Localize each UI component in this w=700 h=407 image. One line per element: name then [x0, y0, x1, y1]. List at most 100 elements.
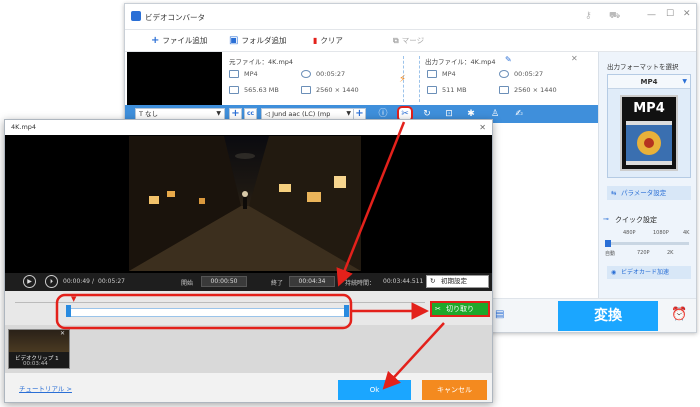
divider: [419, 56, 420, 102]
output-file-label: 出力ファイル：4K.mp4: [425, 58, 496, 66]
maximize-icon[interactable]: ☐: [666, 9, 674, 19]
playback-controls: ▶ ⏵ 00:00:49 / 00:05:27 開始 00:00:50 終了 0…: [5, 273, 492, 291]
end-time-input[interactable]: 00:04:34: [289, 276, 335, 287]
source-duration: 00:05:27: [301, 70, 345, 78]
street-scene-image: [129, 136, 361, 271]
duration-value: 00:03:44.511: [383, 278, 424, 285]
end-label: 終了: [271, 280, 284, 287]
settings-icon: ⇆: [611, 189, 617, 197]
plus-icon: +: [151, 35, 160, 46]
add-file-button[interactable]: + ファイル追加: [151, 35, 207, 46]
source-duration-value: 00:05:27: [316, 70, 346, 78]
slider-thumb[interactable]: [605, 240, 611, 247]
start-time-input[interactable]: 00:00:50: [201, 276, 247, 287]
quick-settings-label: クイック設定: [615, 216, 657, 224]
clock-icon: [301, 70, 311, 78]
video-frame: [129, 136, 361, 271]
output-duration: 00:05:27: [499, 70, 543, 78]
format-selector[interactable]: MP4 ▼ MP4: [607, 74, 691, 178]
format-panel-title: 出力フォーマットを選択: [607, 63, 679, 71]
clip-list: ✕ ビデオクリップ 1 00:03:44: [5, 325, 492, 373]
format-dropdown-value: MP4: [640, 78, 658, 86]
tutorial-link[interactable]: チュートリアル >: [19, 383, 72, 393]
title-bar: ビデオコンバータ ⚷ ⛟ — ☐ ✕: [125, 4, 696, 30]
dialog-title-bar: 4K.mp4 ✕: [5, 120, 492, 135]
playhead-icon[interactable]: ▼: [71, 295, 76, 303]
gpu-acceleration-toggle[interactable]: ◉ ビデオカード加速: [607, 266, 691, 279]
trim-end-handle[interactable]: [344, 305, 349, 317]
cut-button[interactable]: ✂ 切り取り: [430, 301, 490, 317]
slider-icon: ⊸: [603, 215, 609, 223]
app-title: ビデオコンバータ: [145, 13, 205, 22]
slider-track[interactable]: [607, 242, 689, 245]
gpu-icon: ◉: [611, 269, 617, 276]
folder-plus-icon: ▣: [229, 35, 239, 46]
format-dropdown[interactable]: MP4 ▼: [608, 75, 690, 89]
scissors-icon: ✂: [435, 305, 441, 313]
trim-selection[interactable]: [68, 308, 346, 317]
output-size-value: 511 MB: [442, 86, 467, 94]
mp4-format-icon: MP4: [620, 95, 678, 171]
dialog-title: 4K.mp4: [11, 123, 37, 131]
cancel-button[interactable]: キャンセル: [422, 380, 487, 400]
reset-button[interactable]: ↻ 初期設定: [426, 275, 489, 288]
clear-button[interactable]: ▮ クリア: [313, 35, 343, 46]
tick-label: 1080P: [653, 230, 669, 236]
video-preview: [5, 135, 492, 273]
film-reel-icon: [626, 121, 672, 165]
current-time: 00:00:49: [63, 278, 90, 285]
source-file-label: 元ファイル：4K.mp4: [229, 58, 294, 66]
close-icon[interactable]: ✕: [479, 120, 486, 135]
duration-label: 持続時間：: [345, 280, 376, 287]
convert-button[interactable]: 変換: [558, 301, 658, 331]
output-duration-value: 00:05:27: [514, 70, 544, 78]
resolution-icon: [499, 86, 509, 94]
source-format: MP4: [229, 70, 258, 78]
mp4-icon-label: MP4: [633, 101, 665, 116]
alarm-clock-icon[interactable]: ⏰: [671, 307, 687, 322]
lightning-icon: ⚡: [399, 74, 407, 85]
next-frame-icon[interactable]: ⏵: [45, 275, 58, 288]
play-icon[interactable]: ▶: [23, 275, 36, 288]
parameter-settings-button[interactable]: ⇆ パラメータ設定: [607, 186, 691, 200]
add-folder-button[interactable]: ▣ フォルダ追加: [229, 35, 286, 46]
minimize-icon[interactable]: —: [647, 10, 656, 20]
chevron-down-icon: ▼: [346, 110, 351, 117]
close-icon[interactable]: ✕: [683, 9, 691, 19]
folder-icon: [229, 86, 239, 94]
merge-label: マージ: [401, 36, 425, 45]
output-resolution-value: 2560 × 1440: [514, 86, 557, 94]
chevron-down-icon: ▼: [216, 110, 221, 117]
dialog-footer: チュートリアル > Ok キャンセル: [5, 373, 492, 402]
source-size: 565.63 MB: [229, 86, 279, 94]
output-resolution: 2560 × 1440: [499, 86, 557, 94]
output-folder-icon[interactable]: ▤: [495, 309, 504, 320]
tick-label: 720P: [637, 250, 650, 256]
ok-button[interactable]: Ok: [338, 380, 411, 400]
tick-label: 4K: [683, 230, 690, 236]
merge-button[interactable]: ⧉ マージ: [393, 35, 424, 46]
merge-icon: ⧉: [393, 35, 399, 45]
remove-file-icon[interactable]: ✕: [571, 54, 578, 63]
total-time: 00:05:27: [98, 278, 125, 285]
add-file-label: ファイル追加: [162, 36, 208, 45]
source-format-value: MP4: [244, 70, 258, 78]
trim-start-handle[interactable]: [66, 305, 71, 317]
key-icon[interactable]: ⚷: [585, 11, 592, 21]
output-size: 511 MB: [427, 86, 467, 94]
video-thumbnail[interactable]: [127, 52, 222, 106]
quality-slider[interactable]: 480P 1080P 4K 自動 720P 2K: [605, 230, 691, 266]
clip-item[interactable]: ✕ ビデオクリップ 1 00:03:44: [8, 329, 70, 369]
clock-icon: [499, 70, 509, 78]
tick-label: 2K: [667, 250, 674, 256]
clip-duration: 00:03:44: [23, 361, 48, 367]
format-icon: [229, 70, 239, 78]
parameter-settings-label: パラメータ設定: [621, 189, 667, 197]
pencil-icon[interactable]: ✎: [505, 55, 512, 64]
start-label: 開始: [181, 280, 194, 287]
file-item-row: 元ファイル：4K.mp4 MP4 00:05:27 565.63 MB 2560…: [223, 52, 593, 106]
edit-icon[interactable]: ✍: [513, 108, 525, 120]
remove-clip-icon[interactable]: ✕: [60, 330, 65, 337]
cart-icon[interactable]: ⛟: [609, 11, 620, 22]
edit-dialog: 4K.mp4 ✕ ▶ ⏵ 00:00:49 / 00:05:27 開始 00:0…: [4, 119, 493, 403]
